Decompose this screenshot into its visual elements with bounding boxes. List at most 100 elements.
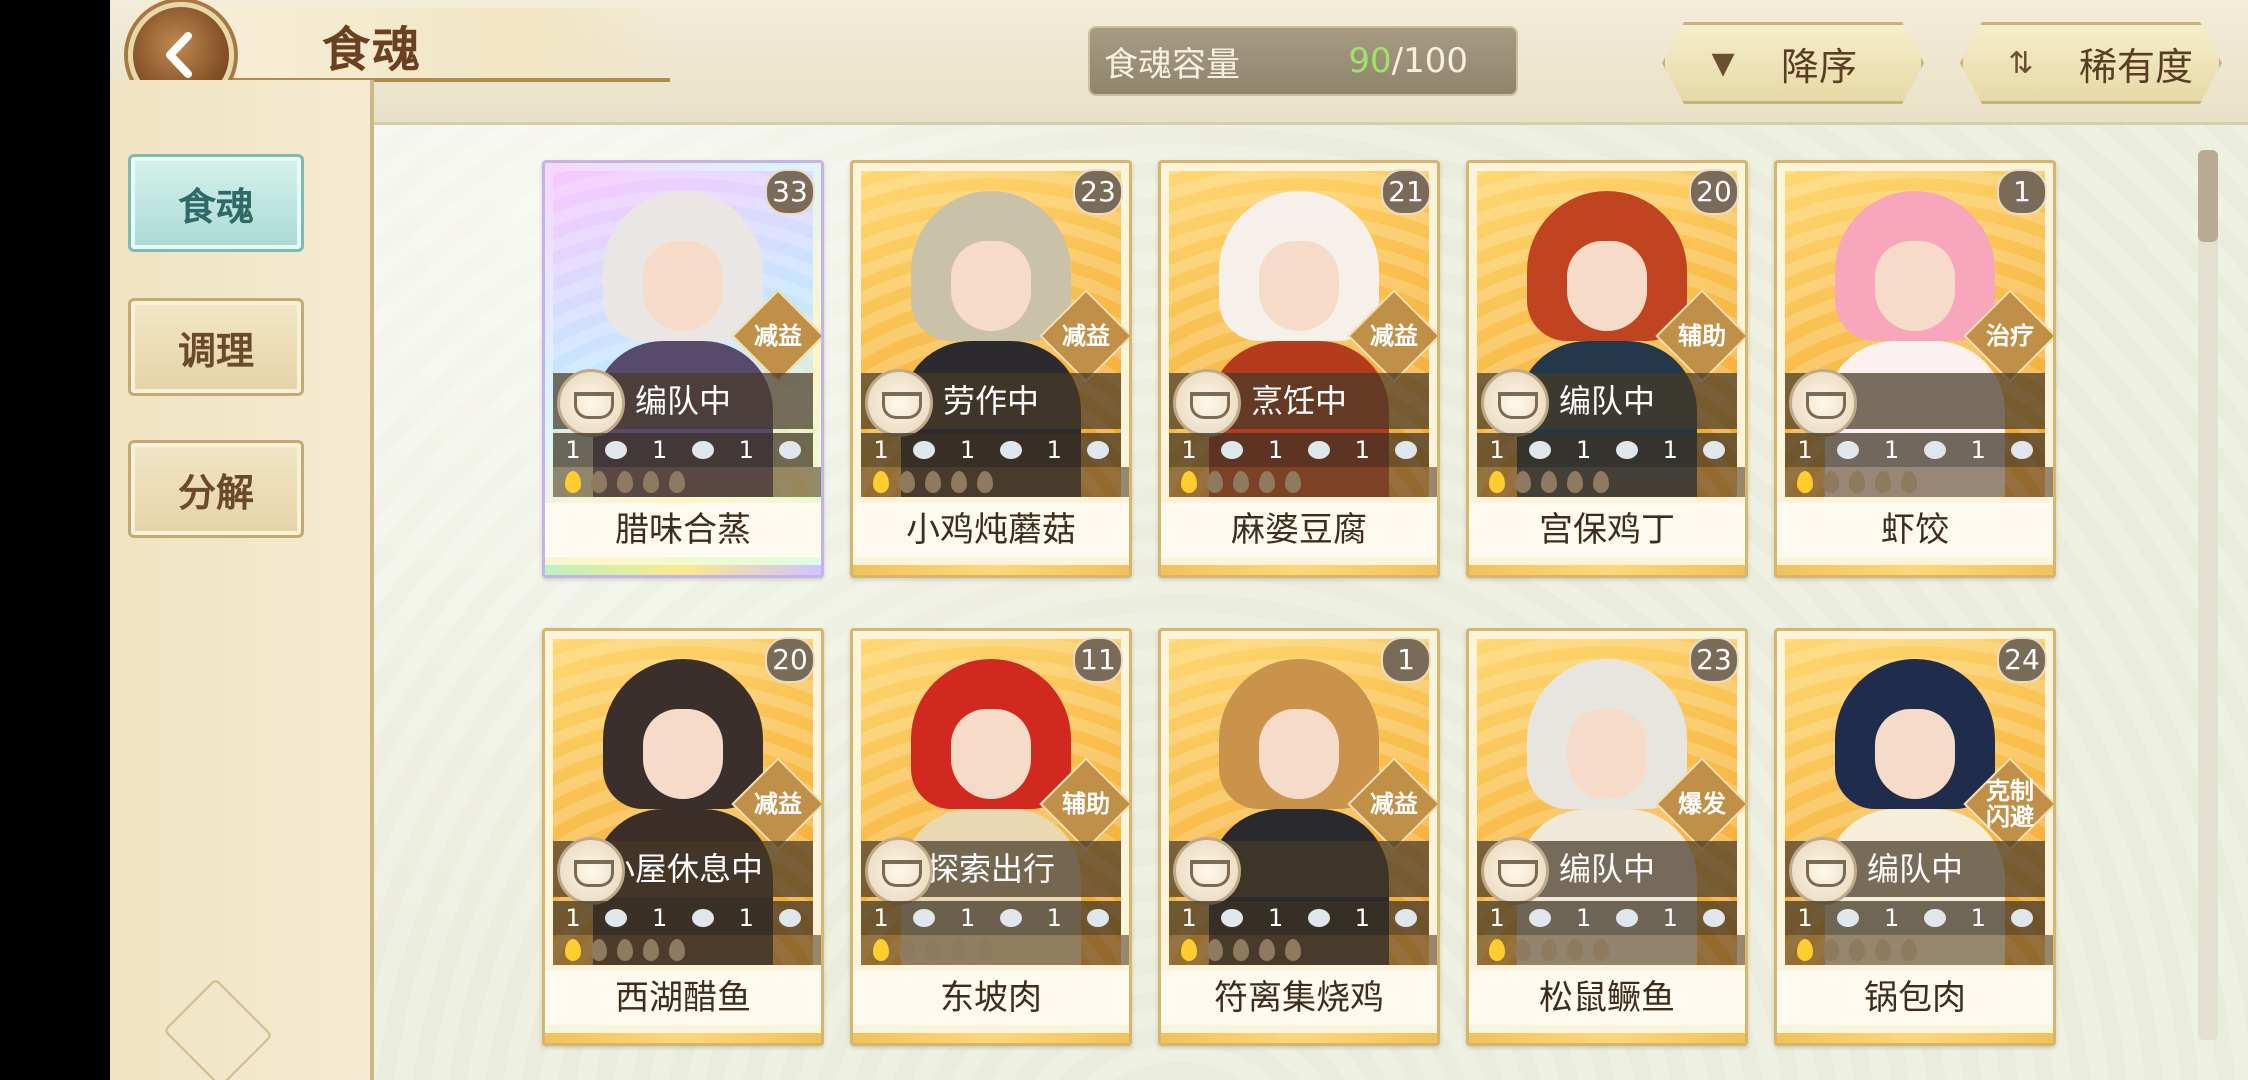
stats-row: 1 1 1 bbox=[861, 433, 1121, 467]
stat-value: 1 bbox=[1662, 904, 1678, 932]
food-soul-name: 松鼠鳜鱼 bbox=[1469, 971, 1745, 1025]
flame-icon bbox=[1259, 471, 1275, 493]
seal-icon bbox=[1702, 909, 1725, 927]
food-soul-card[interactable]: 1 治疗 1 1 1 虾饺 bbox=[1774, 160, 2056, 578]
flame-icon bbox=[1875, 939, 1891, 961]
status-bar: 烹饪中 bbox=[1169, 369, 1429, 437]
seal-icon bbox=[1837, 909, 1860, 927]
flame-icon bbox=[643, 471, 659, 493]
seal-icon bbox=[605, 909, 628, 927]
status-bar: 编队中 bbox=[1477, 837, 1737, 905]
seal-icon bbox=[2010, 441, 2033, 459]
stat-value: 1 bbox=[1489, 436, 1505, 464]
seal-icon bbox=[1086, 909, 1109, 927]
grid-scrollbar[interactable] bbox=[2198, 150, 2218, 1040]
status-bar: 小屋休息中 bbox=[553, 837, 813, 905]
flame-icon bbox=[1515, 471, 1531, 493]
role-label: 爆发 bbox=[1678, 790, 1726, 818]
seal-icon bbox=[1086, 441, 1109, 459]
bell-icon bbox=[1307, 441, 1330, 459]
star-flames bbox=[861, 467, 1129, 497]
flame-icon bbox=[1541, 939, 1557, 961]
stat-value: 1 bbox=[1797, 436, 1813, 464]
flame-icon bbox=[1849, 939, 1865, 961]
role-label: 减益 bbox=[1062, 322, 1110, 350]
flame-icon bbox=[1901, 471, 1917, 493]
level-badge: 1 bbox=[1997, 169, 2047, 215]
food-soul-card[interactable]: 11 辅助 探索出行 111 东坡肉 bbox=[850, 628, 1132, 1046]
seal-icon bbox=[1221, 909, 1244, 927]
stat-value: 1 bbox=[1489, 904, 1505, 932]
sidebar-item-conditioning[interactable]: 调理 bbox=[128, 298, 304, 396]
seal-icon bbox=[1837, 441, 1860, 459]
level-badge: 24 bbox=[1997, 637, 2047, 683]
food-soul-card[interactable]: 24 克制 闪避 编队中 1 1 1 锅包肉 bbox=[1774, 628, 2056, 1046]
food-soul-card[interactable]: 1 减益 1 1 1 符离集烧鸡 bbox=[1158, 628, 1440, 1046]
page-title: 食魂 bbox=[322, 22, 423, 78]
stat-value: 1 bbox=[652, 904, 668, 932]
bowl-icon bbox=[865, 369, 933, 437]
food-soul-card[interactable]: 20 减益 小屋休息中 1 1 1 西湖醋鱼 bbox=[542, 628, 824, 1046]
food-soul-card[interactable]: 23 爆发 编队中 1 1 1 松鼠鳜鱼 bbox=[1466, 628, 1748, 1046]
seal-icon bbox=[1529, 909, 1552, 927]
food-soul-name: 腊味合蒸 bbox=[545, 503, 821, 557]
seal-icon bbox=[1221, 441, 1244, 459]
sidebar-item-label: 分解 bbox=[177, 469, 254, 515]
stats-row: 1 1 1 bbox=[553, 433, 813, 467]
scrollbar-thumb[interactable] bbox=[2198, 150, 2218, 242]
stat-value: 1 bbox=[565, 436, 581, 464]
food-soul-name: 符离集烧鸡 bbox=[1161, 971, 1437, 1025]
flame-icon bbox=[1181, 471, 1197, 493]
star-flames bbox=[1785, 467, 2053, 497]
sidebar-item-food-soul[interactable]: 食魂 bbox=[128, 154, 304, 252]
star-flames bbox=[1477, 467, 1745, 497]
stats-row: 1 1 1 bbox=[1785, 901, 2045, 935]
flame-icon bbox=[1541, 471, 1557, 493]
food-soul-name: 麻婆豆腐 bbox=[1161, 503, 1437, 557]
star-flames bbox=[553, 935, 821, 965]
flame-icon bbox=[899, 939, 915, 961]
bowl-icon bbox=[557, 837, 625, 905]
flame-icon bbox=[1489, 471, 1505, 493]
flame-icon bbox=[1489, 939, 1505, 961]
food-soul-card[interactable]: 20 辅助 编队中 1 1 1 宫保鸡丁 bbox=[1466, 160, 1748, 578]
flame-icon bbox=[565, 471, 581, 493]
capacity-total: /100 bbox=[1391, 41, 1468, 81]
flame-icon bbox=[1285, 471, 1301, 493]
flame-icon bbox=[951, 939, 967, 961]
stat-value: 1 bbox=[1268, 436, 1284, 464]
bell-icon bbox=[691, 909, 714, 927]
back-arrow-icon bbox=[166, 32, 192, 78]
food-soul-card[interactable]: 33 减益 编队中 1 1 1 腊味合蒸 bbox=[542, 160, 824, 578]
stats-row: 1 1 1 bbox=[1477, 433, 1737, 467]
bowl-icon bbox=[557, 369, 625, 437]
flame-icon bbox=[1207, 471, 1223, 493]
food-soul-card[interactable]: 23 减益 劳作中 1 1 1 小鸡炖蘑菇 bbox=[850, 160, 1132, 578]
bell-icon bbox=[999, 441, 1022, 459]
food-soul-name: 小鸡炖蘑菇 bbox=[853, 503, 1129, 557]
flame-icon bbox=[1901, 939, 1917, 961]
sort-order-button[interactable]: ▼ 降序 bbox=[1662, 22, 1924, 104]
seal-icon bbox=[913, 909, 936, 927]
stat-value: 1 bbox=[873, 904, 889, 932]
food-soul-card[interactable]: 21 减益 烹饪中 1 1 1 麻婆豆腐 bbox=[1158, 160, 1440, 578]
food-soul-grid: 33 减益 编队中 111 腊味合蒸 23 减益 劳作中 111 小鸡炖蘑菇 2… bbox=[372, 125, 2248, 1080]
level-badge: 11 bbox=[1073, 637, 1123, 683]
sort-rarity-button[interactable]: ⇅ 稀有度 bbox=[1960, 22, 2222, 104]
stat-value: 1 bbox=[1354, 904, 1370, 932]
flame-icon bbox=[1515, 939, 1531, 961]
flame-icon bbox=[977, 471, 993, 493]
seal-icon bbox=[778, 909, 801, 927]
stat-value: 1 bbox=[1576, 904, 1592, 932]
sidebar-item-decompose[interactable]: 分解 bbox=[128, 440, 304, 538]
stat-value: 1 bbox=[652, 436, 668, 464]
food-soul-name: 东坡肉 bbox=[853, 971, 1129, 1025]
sort-toggle-icon: ⇅ bbox=[2008, 45, 2034, 81]
stat-value: 1 bbox=[1354, 436, 1370, 464]
capacity-current: 90 bbox=[1348, 41, 1392, 81]
star-flames bbox=[553, 467, 821, 497]
flame-icon bbox=[1285, 939, 1301, 961]
level-badge: 23 bbox=[1689, 637, 1739, 683]
sort-order-label: 降序 bbox=[1781, 44, 1858, 89]
flame-icon bbox=[1875, 471, 1891, 493]
